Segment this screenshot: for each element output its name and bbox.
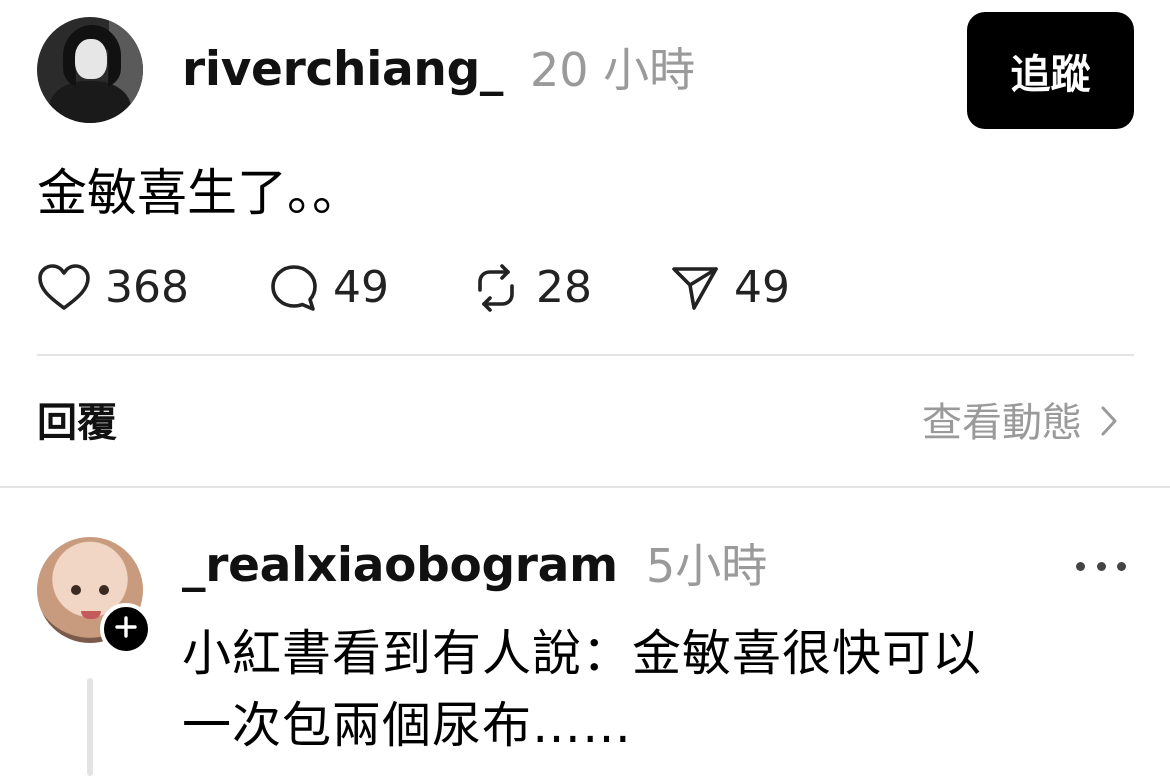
divider (0, 486, 1170, 488)
post-timestamp: 20 小時 (530, 43, 696, 97)
post-text: 金敏喜生了。。 (37, 164, 362, 222)
share-count: 49 (734, 262, 790, 313)
repost-count: 28 (536, 262, 592, 313)
repost-button[interactable]: 28 (470, 262, 592, 314)
comment-count: 49 (333, 262, 389, 313)
like-count: 368 (105, 262, 189, 313)
plus-icon (115, 616, 137, 642)
more-dots-icon (1076, 561, 1085, 571)
reply-text-line: 小紅書看到有人說：金敏喜很快可以 (182, 625, 983, 682)
more-options-button[interactable] (1076, 552, 1126, 580)
replies-heading: 回覆 (37, 400, 117, 446)
view-activity-label: 查看動態 (922, 400, 1082, 446)
reply-text-line: 一次包兩個尿布…… (182, 697, 633, 754)
chevron-right-icon (1100, 405, 1118, 441)
thread-line (87, 678, 93, 776)
send-icon (670, 263, 720, 313)
reply-timestamp: 5小時 (646, 539, 768, 593)
comment-bubble-icon (269, 263, 319, 313)
share-button[interactable]: 49 (670, 262, 790, 314)
follow-button[interactable]: 追蹤 (967, 12, 1134, 129)
view-activity-link[interactable]: 查看動態 (922, 396, 1118, 450)
divider (37, 354, 1134, 356)
heart-icon (37, 263, 91, 313)
comment-button[interactable]: 49 (269, 262, 389, 314)
reply-author-username[interactable]: _realxiaobogram (182, 536, 618, 596)
post-author-username[interactable]: riverchiang_ (182, 40, 503, 100)
like-button[interactable]: 368 (37, 262, 189, 314)
repost-icon (470, 262, 522, 314)
reply-text: 小紅書看到有人說：金敏喜很快可以 一次包兩個尿布…… (182, 618, 1132, 762)
post-author-avatar[interactable] (37, 17, 143, 123)
follow-plus-button[interactable] (100, 603, 152, 655)
